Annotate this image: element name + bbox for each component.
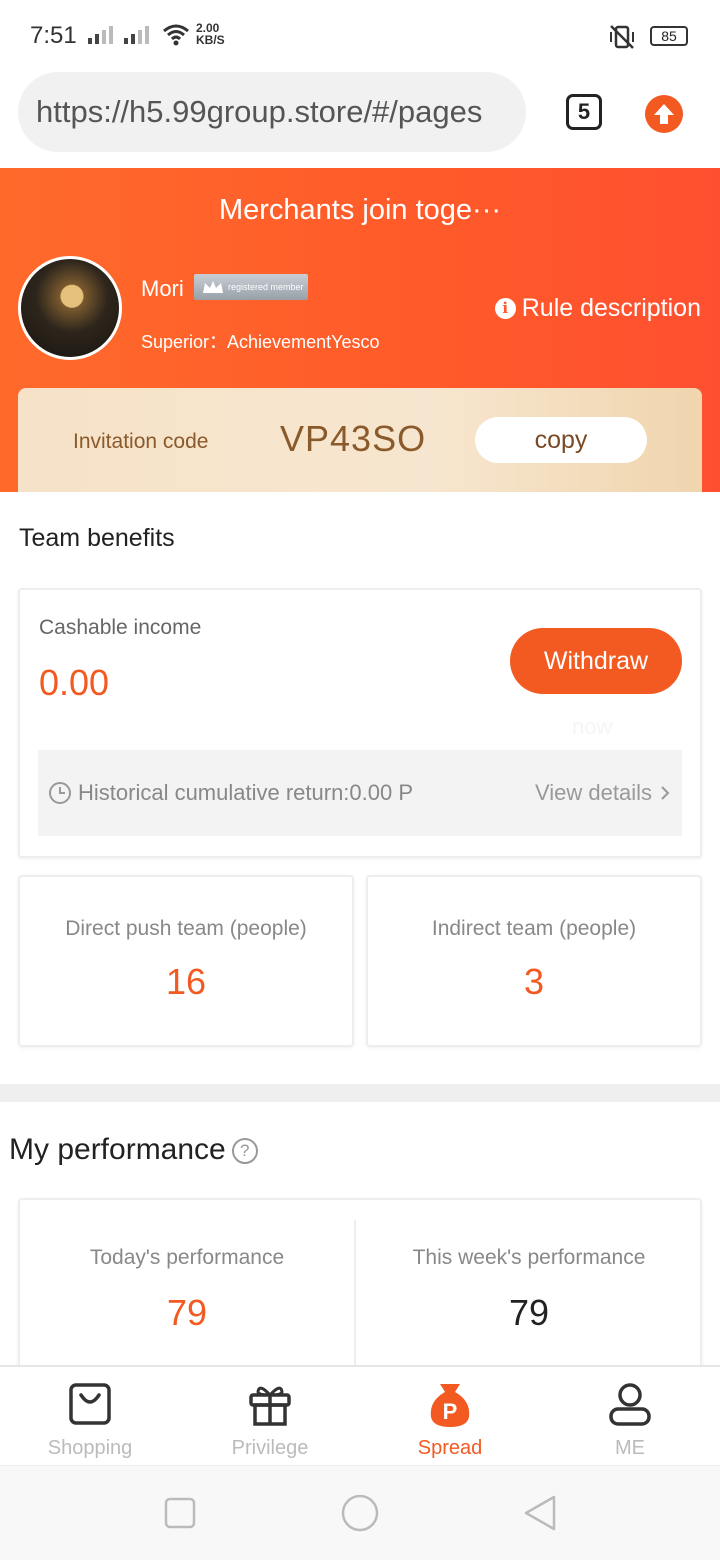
help-icon[interactable]: ? <box>231 1138 258 1165</box>
invitation-label: Invitation code <box>73 430 209 453</box>
home-icon[interactable] <box>341 1494 379 1532</box>
direct-team-value: 16 <box>165 961 207 1002</box>
spread-header: Merchants join toge··· Mori registered m… <box>0 168 720 492</box>
shopping-bag-icon <box>69 1383 111 1425</box>
recent-apps-icon[interactable] <box>164 1497 196 1529</box>
nav-label-me: ME <box>615 1437 645 1459</box>
my-performance-label: My performance <box>9 1133 226 1166</box>
nav-label-privilege: Privilege <box>231 1437 309 1459</box>
bottom-nav: Shopping Privilege P Spread ME <box>0 1365 720 1465</box>
direct-team-card: Direct push team (people) 16 <box>18 875 354 1047</box>
copy-button[interactable]: copy <box>475 417 647 463</box>
invitation-code: VP43SO <box>280 418 427 459</box>
url-field[interactable]: https://h5.99group.store/#/pages <box>18 72 526 152</box>
nav-item-privilege[interactable]: Privilege <box>180 1367 360 1465</box>
money-bag-icon: P <box>430 1384 470 1427</box>
wifi-icon <box>163 24 189 46</box>
view-details-link[interactable]: View details <box>535 780 670 806</box>
view-details-label: View details <box>535 780 652 805</box>
week-performance-label: This week's performance <box>412 1246 646 1269</box>
battery-icon: 85 <box>650 26 688 46</box>
section-divider <box>0 1084 720 1102</box>
nav-label-shopping: Shopping <box>47 1437 133 1459</box>
member-badge: registered member <box>194 274 308 300</box>
system-nav-bar <box>0 1465 720 1560</box>
direct-team-label: Direct push team (people) <box>65 917 307 940</box>
indirect-team-card: Indirect team (people) 3 <box>366 875 702 1047</box>
person-icon <box>609 1383 651 1426</box>
week-performance-value: 79 <box>508 1292 550 1333</box>
nav-item-me[interactable]: ME <box>540 1367 720 1465</box>
cashable-income-card: Cashable income 0.00 Withdraw now Histor… <box>18 588 702 858</box>
clock-icon <box>49 782 71 804</box>
signal-icon <box>88 26 113 44</box>
cashable-income-label: Cashable income <box>39 616 202 639</box>
today-performance-label: Today's performance <box>89 1246 285 1269</box>
money-bag-glyph: P <box>443 1399 458 1424</box>
indirect-team-value: 3 <box>523 961 545 1002</box>
my-performance-title: My performance? <box>9 1133 258 1167</box>
superior-text: Superior：AchievementYesco <box>141 332 380 352</box>
page-title: Merchants join toge··· <box>218 194 502 226</box>
status-time: 7:51 <box>30 22 77 49</box>
withdraw-button[interactable]: Withdraw <box>510 628 682 694</box>
url-text: https://h5.99group.store/#/pages <box>36 94 483 129</box>
speed-unit: KB/S <box>196 33 225 47</box>
rule-description-link[interactable]: i Rule description <box>494 294 701 323</box>
back-icon[interactable] <box>522 1494 558 1532</box>
info-icon: i <box>494 298 516 319</box>
team-benefits-title: Team benefits <box>19 524 175 552</box>
avatar[interactable] <box>18 256 122 360</box>
upload-icon[interactable] <box>645 95 683 133</box>
week-performance: This week's performance 79 <box>356 1200 702 1380</box>
nav-item-shopping[interactable]: Shopping <box>0 1367 180 1465</box>
historical-return-bar[interactable]: Historical cumulative return:0.00 P View… <box>38 750 682 836</box>
historical-return-text: Historical cumulative return:0.00 P <box>78 780 414 805</box>
member-badge-text: registered member <box>228 282 304 292</box>
nav-label-spread: Spread <box>417 1437 483 1459</box>
cashable-income-value: 0.00 <box>39 662 110 703</box>
invitation-card: Invitation code VP43SO copy <box>18 388 702 492</box>
today-performance: Today's performance 79 <box>20 1200 354 1380</box>
tab-count-button[interactable]: 5 <box>566 94 602 130</box>
indirect-team-label: Indirect team (people) <box>431 917 637 940</box>
user-name: Mori <box>141 276 184 301</box>
gift-icon <box>249 1386 291 1426</box>
signal-icon-2 <box>124 26 149 44</box>
withdraw-faded-text: now <box>572 714 613 739</box>
nav-item-spread[interactable]: P Spread <box>360 1367 540 1465</box>
browser-url-bar: https://h5.99group.store/#/pages 5 <box>0 72 720 168</box>
chevron-right-icon <box>661 786 670 800</box>
performance-card: Today's performance 79 This week's perfo… <box>18 1198 702 1378</box>
rule-description-label: Rule description <box>521 294 701 322</box>
status-bar: 7:51 2.00 KB/S 85 <box>0 0 720 72</box>
today-performance-value: 79 <box>166 1292 208 1333</box>
crown-icon <box>203 281 223 293</box>
network-speed: 2.00 KB/S <box>196 22 225 46</box>
vibrate-mute-icon <box>610 25 634 49</box>
